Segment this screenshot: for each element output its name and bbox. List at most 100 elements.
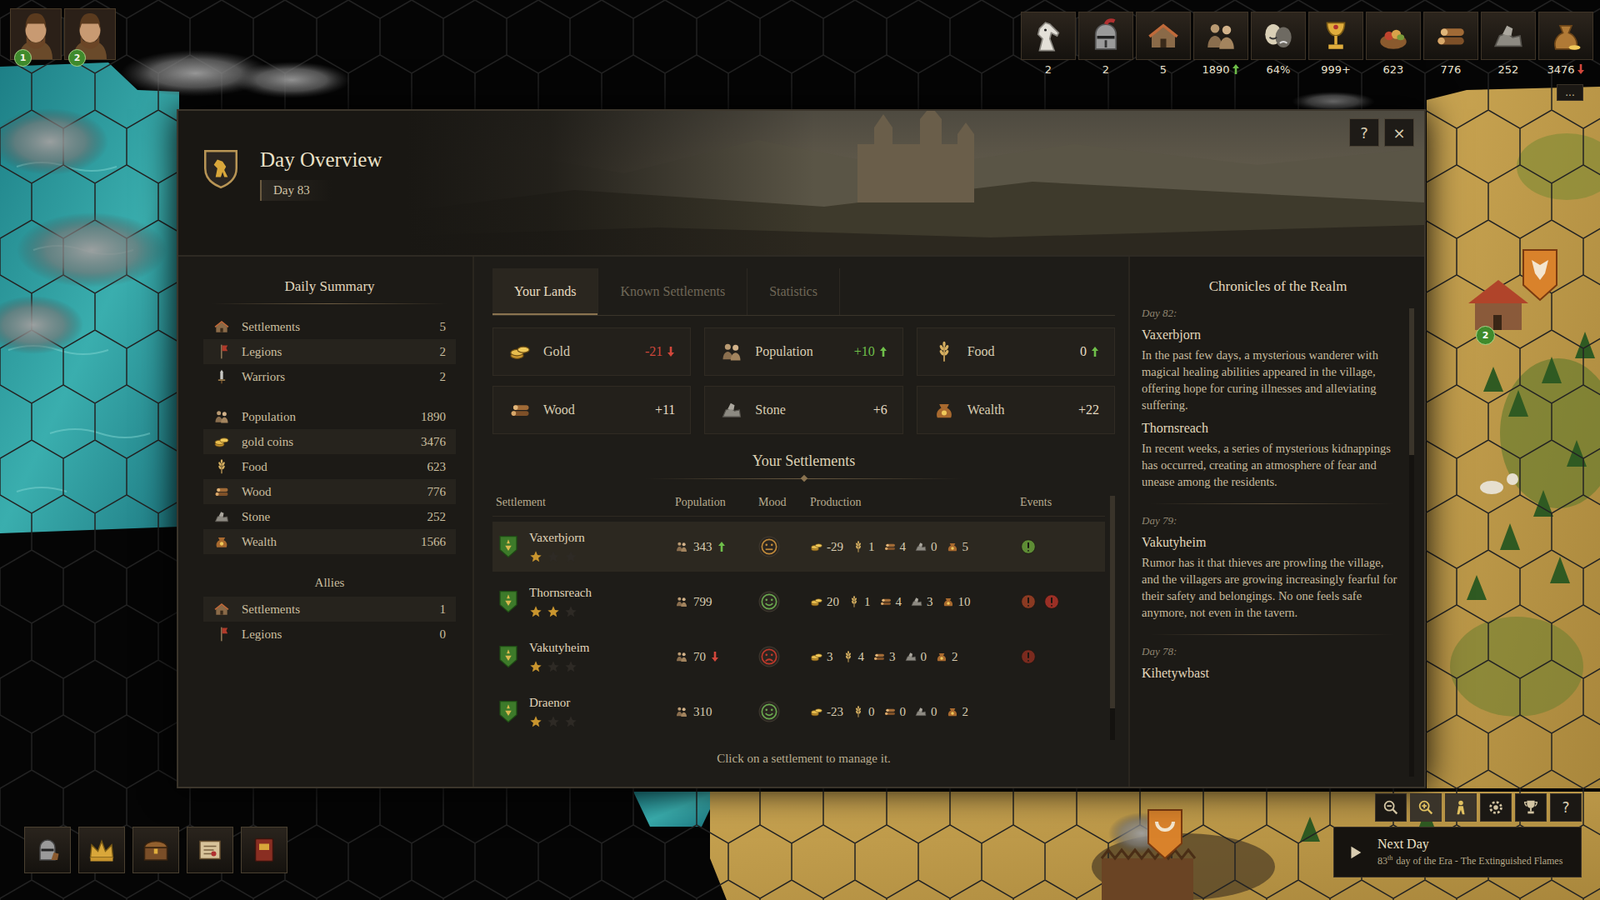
panel-title: Chronicles of the Realm: [1141, 256, 1415, 304]
next-day-button[interactable]: Next Day83thday of the Era - The Extingu…: [1333, 826, 1582, 878]
hero-portrait[interactable]: 1: [10, 8, 62, 60]
tab[interactable]: Statistics: [747, 268, 840, 315]
trend-down-icon: [1576, 63, 1585, 75]
resource-item[interactable]: 2: [1078, 11, 1134, 77]
settlement-row[interactable]: Vakutyheim7034302: [492, 631, 1105, 682]
book-button[interactable]: [240, 826, 288, 874]
resource-item[interactable]: 623: [1365, 11, 1421, 77]
settlement-row[interactable]: Draenor310-230002: [492, 686, 1105, 737]
stat-card: Population+10: [704, 327, 903, 376]
chronicle-day: Day 78:: [1141, 645, 1403, 659]
knight-button[interactable]: [24, 826, 71, 874]
toolbar-button[interactable]: [1410, 793, 1442, 822]
help-button[interactable]: ?: [1349, 118, 1380, 147]
production-item: 4: [879, 595, 903, 610]
table-scrollbar[interactable]: [1110, 495, 1115, 740]
resource-item[interactable]: 252: [1480, 11, 1536, 77]
resource-icon-box: [1135, 11, 1191, 60]
close-button[interactable]: ×: [1384, 118, 1415, 147]
summary-icon: [213, 625, 230, 643]
population-icon: [675, 595, 689, 609]
day-label: Day 83: [260, 180, 332, 201]
chronicle-scrollbar[interactable]: [1409, 308, 1415, 777]
settlement-marker[interactable]: [1101, 810, 1195, 900]
stat-value-box: 0: [1080, 344, 1100, 360]
divider: [645, 478, 963, 480]
toolbar-button[interactable]: [1515, 793, 1547, 822]
toolbar-button[interactable]: [1445, 793, 1477, 822]
resource-item[interactable]: 5: [1135, 11, 1191, 77]
stat-card: Gold-21: [492, 327, 691, 376]
population-value: 310: [693, 705, 713, 720]
settlement-row[interactable]: Vaxerbjorn343-291405: [492, 521, 1105, 572]
resource-item[interactable]: 999+: [1308, 11, 1364, 77]
resource-icon: [1088, 18, 1124, 54]
summary-value: 1: [440, 602, 447, 617]
resource-item[interactable]: 64%: [1250, 11, 1306, 77]
resource-value: 999+: [1320, 61, 1351, 77]
chest-button[interactable]: [132, 826, 180, 874]
crown-button[interactable]: [78, 826, 125, 874]
summary-label: Wealth: [241, 535, 277, 550]
summary-label: Settlements: [241, 602, 300, 617]
table-hint: Click on a settlement to manage it.: [492, 751, 1115, 766]
summary-row: Population1890: [203, 404, 456, 430]
settlement-row[interactable]: Thornsreach7992014310: [492, 576, 1105, 627]
population-cell: 343: [675, 540, 759, 555]
star-icon: [546, 550, 560, 564]
column-header: Mood: [758, 495, 810, 510]
resource-icon-box: [1538, 11, 1594, 60]
level-badge: 2: [68, 49, 86, 67]
event-icon[interactable]: [1020, 648, 1037, 665]
production-item: 10: [941, 595, 971, 610]
settlement-banner-icon: [495, 534, 521, 560]
event-icon[interactable]: [1020, 538, 1037, 555]
scroll-thumb[interactable]: [1110, 495, 1115, 709]
more-button[interactable]: ...: [1556, 84, 1584, 101]
scroll-button[interactable]: [186, 826, 234, 874]
production-icon: [883, 540, 897, 554]
resource-number: 623: [1383, 63, 1405, 76]
tab[interactable]: Your Lands: [492, 268, 599, 315]
trend-up-icon: [879, 345, 888, 358]
resource-icon: [1030, 18, 1066, 54]
production-value: 1: [864, 595, 871, 610]
trend-up-icon: [1090, 345, 1100, 358]
scroll-thumb[interactable]: [1409, 308, 1415, 455]
settlement-cell: Thornsreach: [495, 585, 675, 619]
era-name: day of the Era - The Extinguished Flames: [1395, 855, 1563, 867]
toolbar-button[interactable]: [1480, 793, 1512, 822]
dialog-title: Day Overview: [260, 147, 382, 173]
production-item: 3: [910, 595, 934, 610]
resource-item[interactable]: 3476: [1538, 11, 1594, 77]
stat-card: Food0: [916, 327, 1115, 376]
resource-number: 999+: [1320, 63, 1351, 76]
production-item: 0: [883, 705, 907, 720]
event-icon[interactable]: [1043, 593, 1060, 610]
resource-item[interactable]: 2: [1020, 11, 1076, 77]
summary-label: Warriors: [241, 370, 285, 385]
resource-item[interactable]: 1890: [1193, 11, 1249, 77]
resource-item[interactable]: 776: [1423, 11, 1479, 77]
map-toolbar: ?: [1375, 793, 1582, 822]
help-button[interactable]: ?: [1550, 793, 1582, 822]
production-icon: [883, 705, 897, 719]
production-value: 20: [826, 595, 840, 610]
resource-number: 252: [1498, 63, 1520, 76]
toolbar-button[interactable]: [1375, 793, 1407, 822]
stat-cards: Gold-21Population+10Food0Wood+11Stone+6W…: [492, 327, 1115, 435]
settlement-table: SettlementPopulationMoodProductionEvents…: [492, 495, 1105, 740]
settlement-marker[interactable]: [1468, 250, 1557, 330]
hero-portrait[interactable]: 2: [64, 8, 116, 60]
production-value: -23: [826, 705, 844, 720]
event-icon[interactable]: [1020, 593, 1037, 610]
summary-value: 623: [427, 460, 447, 475]
chronicle-place: Kihetywbast: [1141, 665, 1403, 681]
stat-value-box: +10: [854, 344, 888, 360]
stat-icon: [720, 398, 744, 422]
resource-icon-box: [1480, 11, 1536, 60]
resource-icon-box: [1078, 11, 1134, 60]
star-icon: [564, 660, 578, 674]
settlement-name: Vaxerbjorn: [529, 530, 585, 545]
tab[interactable]: Known Settlements: [598, 268, 748, 315]
